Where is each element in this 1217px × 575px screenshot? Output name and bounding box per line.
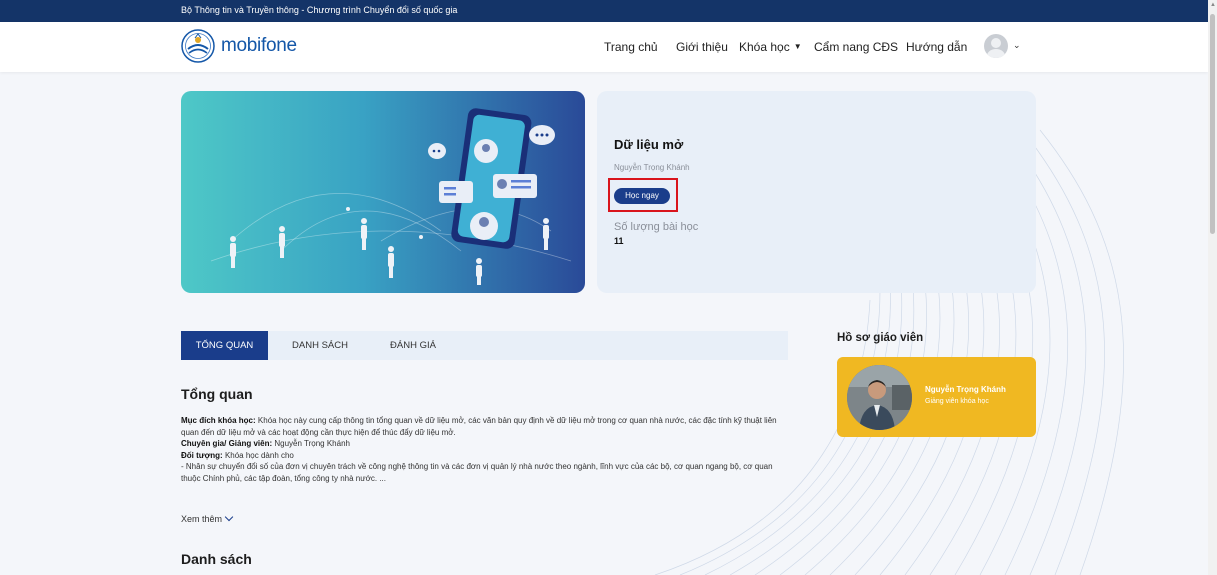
lesson-count-label: Số lượng bài học xyxy=(614,221,699,233)
nav-home-label: Trang chủ xyxy=(604,40,658,54)
teacher-portrait xyxy=(847,365,912,430)
caret-down-icon: ▼ xyxy=(793,42,802,51)
audience-text: Khóa học dành cho xyxy=(224,450,294,460)
course-banner xyxy=(181,91,585,293)
teacher-name: Nguyễn Trọng Khánh xyxy=(925,385,1006,394)
expert-label: Chuyên gia/ Giảng viên: xyxy=(181,439,273,449)
audience-line: Đối tượng: Khóa học dành cho xyxy=(181,450,781,462)
mobifone-emblem-icon xyxy=(181,29,215,63)
ministry-text: Bộ Thông tin và Truyền thông - Chương tr… xyxy=(181,5,458,15)
start-learning-button[interactable]: Học ngay xyxy=(614,188,670,204)
nav-about[interactable]: Giới thiệu xyxy=(676,40,728,54)
logo-text: mobifone xyxy=(221,35,297,56)
purpose-line: Mục đích khóa học: Khóa học này cung cấp… xyxy=(181,415,781,438)
nav-courses-label: Khóa học xyxy=(739,40,790,54)
expert-text: Nguyễn Trọng Khánh xyxy=(274,439,350,449)
overview-text: Mục đích khóa học: Khóa học này cung cấp… xyxy=(181,415,781,485)
site-header: mobifone Trang chủ Giới thiệu Khóa học ▼ … xyxy=(0,22,1208,72)
purpose-text: Khóa học này cung cấp thông tin tổng qua… xyxy=(181,416,777,437)
overview-heading: Tổng quan xyxy=(181,386,253,402)
course-info-card: Dữ liệu mở Nguyễn Trọng Khánh Học ngay S… xyxy=(597,91,1036,293)
read-more-label: Xem thêm xyxy=(181,514,223,524)
expert-line: Chuyên gia/ Giảng viên: Nguyễn Trọng Khá… xyxy=(181,438,781,450)
audience-label: Đối tượng: xyxy=(181,450,223,460)
nav-home[interactable]: Trang chủ xyxy=(604,40,658,54)
teacher-role: Giảng viên khóa học xyxy=(925,398,989,405)
nav-handbook[interactable]: Cẩm nang CĐS xyxy=(814,40,898,54)
logo[interactable]: mobifone xyxy=(181,29,297,63)
top-strip: Bộ Thông tin và Truyền thông - Chương tr… xyxy=(0,0,1208,22)
teacher-photo xyxy=(847,365,912,430)
course-title: Dữ liệu mở xyxy=(614,137,684,152)
nav-handbook-label: Cẩm nang CĐS xyxy=(814,40,899,54)
user-avatar-icon[interactable] xyxy=(984,34,1008,58)
chevron-down-icon xyxy=(224,512,234,522)
teacher-profile-heading: Hồ sơ giáo viên xyxy=(837,332,924,344)
scroll-up-icon[interactable]: ▲ xyxy=(1210,2,1216,8)
tab-reviews[interactable]: ĐÁNH GIÁ xyxy=(373,331,453,360)
nav-guide[interactable]: Hướng dẫn xyxy=(906,40,967,54)
lesson-count-value: 11 xyxy=(614,236,624,246)
course-illustration xyxy=(210,108,572,285)
course-author: Nguyễn Trọng Khánh xyxy=(614,163,690,172)
nav-guide-label: Hướng dẫn xyxy=(906,40,968,54)
audience-detail: - Nhân sự chuyển đổi số của đơn vị chuyê… xyxy=(181,462,773,483)
teacher-card[interactable]: Nguyễn Trọng Khánh Giảng viên khóa học xyxy=(837,357,1036,437)
purpose-label: Mục đích khóa học: xyxy=(181,416,256,425)
tab-list[interactable]: DANH SÁCH xyxy=(280,331,360,360)
nav-courses[interactable]: Khóa học ▼ xyxy=(739,40,802,54)
course-tabs: TỔNG QUAN DANH SÁCH ĐÁNH GIÁ xyxy=(181,331,788,360)
scrollbar-thumb[interactable] xyxy=(1210,14,1215,234)
tab-overview[interactable]: TỔNG QUAN xyxy=(181,331,268,360)
nav-about-label: Giới thiệu xyxy=(676,40,728,54)
chevron-down-icon[interactable]: ⌄ xyxy=(1013,40,1021,51)
list-heading: Danh sách xyxy=(181,551,252,567)
read-more-link[interactable]: Xem thêm xyxy=(181,512,234,524)
